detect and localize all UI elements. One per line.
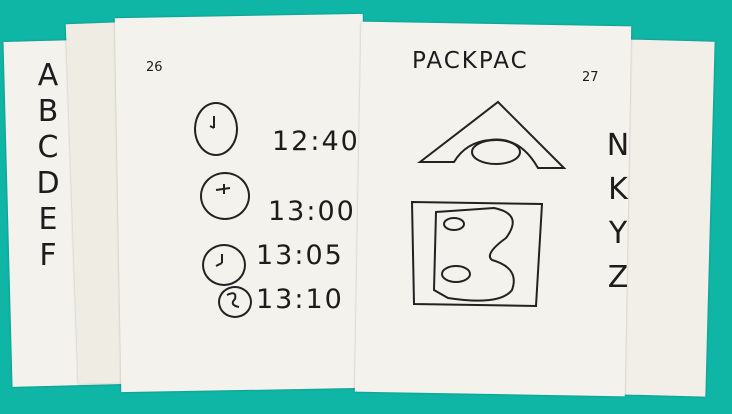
edge-letter: F: [39, 238, 57, 273]
edge-letter: D: [36, 166, 60, 201]
time-label: 13:10: [256, 284, 344, 315]
right-alphabet-column: N K Y Z: [598, 124, 638, 300]
edge-letter: Z: [607, 260, 629, 295]
clock-hand-icon: [209, 116, 215, 129]
edge-letter: A: [37, 58, 59, 93]
clock-hand-icon: [226, 292, 240, 308]
edge-letter: K: [608, 172, 628, 207]
left-alphabet-column: A B C D E F: [28, 58, 68, 274]
time-label: 13:00: [268, 196, 356, 227]
edge-letter: Y: [608, 216, 628, 251]
right-page-number: 27: [582, 70, 599, 85]
clock-hand-icon: [215, 254, 223, 267]
time-label: 12:40: [272, 126, 360, 157]
edge-letter: N: [606, 128, 630, 163]
page-title: PACKPAC: [412, 48, 529, 74]
edge-letter: B: [37, 94, 59, 129]
left-page-number: 26: [146, 60, 163, 75]
edge-letter: E: [38, 202, 58, 237]
letter-b-drawing: [410, 200, 544, 308]
letter-a-drawing: [417, 100, 567, 169]
time-label: 13:05: [256, 240, 344, 271]
clock-hand-icon: [215, 184, 231, 194]
edge-letter: C: [37, 130, 59, 165]
